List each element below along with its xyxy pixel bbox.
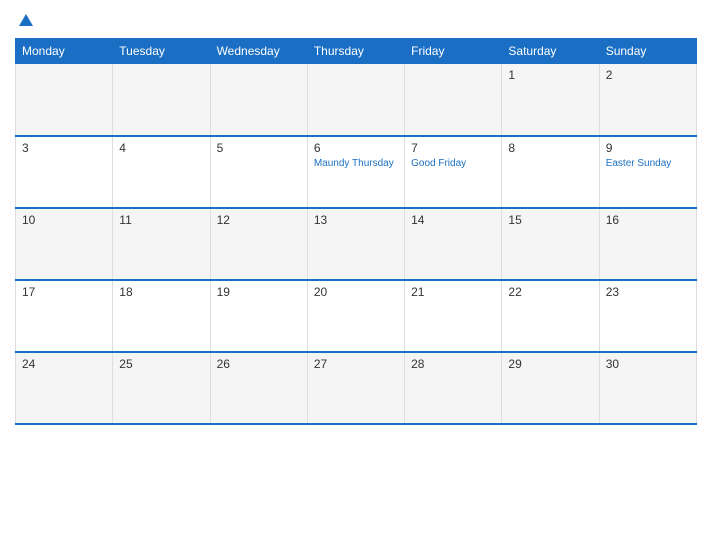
- calendar-day-cell: 21: [405, 280, 502, 352]
- calendar-week-row: 3456 Maundy Thursday 7 Good Friday 89 Easter …: [16, 136, 697, 208]
- calendar-day-cell: [113, 64, 210, 136]
- calendar-header-row: MondayTuesdayWednesdayThursdayFridaySatu…: [16, 39, 697, 64]
- calendar-day-cell: 7 Good Friday: [405, 136, 502, 208]
- day-number: 13: [314, 213, 398, 227]
- day-number: 10: [22, 213, 106, 227]
- day-of-week-header: Wednesday: [210, 39, 307, 64]
- day-number: 1: [508, 68, 592, 82]
- day-of-week-header: Sunday: [599, 39, 696, 64]
- day-number: 18: [119, 285, 203, 299]
- page: MondayTuesdayWednesdayThursdayFridaySatu…: [0, 0, 712, 550]
- calendar-day-cell: 26: [210, 352, 307, 424]
- day-number: 19: [217, 285, 301, 299]
- day-number: 26: [217, 357, 301, 371]
- calendar-week-row: 12: [16, 64, 697, 136]
- calendar-event: Good Friday: [411, 157, 495, 170]
- day-number: 17: [22, 285, 106, 299]
- logo: [15, 14, 37, 26]
- calendar-day-cell: 24: [16, 352, 113, 424]
- day-number: 20: [314, 285, 398, 299]
- calendar-day-cell: 8: [502, 136, 599, 208]
- calendar-day-cell: 14: [405, 208, 502, 280]
- day-of-week-header: Thursday: [307, 39, 404, 64]
- calendar-table: MondayTuesdayWednesdayThursdayFridaySatu…: [15, 38, 697, 425]
- calendar-week-row: 24 25 26 27 28 29 30: [16, 352, 697, 424]
- calendar-day-cell: 17: [16, 280, 113, 352]
- calendar-day-cell: 18: [113, 280, 210, 352]
- calendar-day-cell: 29: [502, 352, 599, 424]
- calendar-day-cell: [307, 64, 404, 136]
- day-number: 2: [606, 68, 690, 82]
- day-number: 27: [314, 357, 398, 371]
- calendar-event: Easter Sunday: [606, 157, 690, 170]
- calendar-day-cell: 11: [113, 208, 210, 280]
- day-number: 12: [217, 213, 301, 227]
- day-number: 28: [411, 357, 495, 371]
- calendar-day-cell: [405, 64, 502, 136]
- calendar-day-cell: 3: [16, 136, 113, 208]
- calendar-day-cell: 27: [307, 352, 404, 424]
- calendar-day-cell: 2: [599, 64, 696, 136]
- day-number: 15: [508, 213, 592, 227]
- day-of-week-header: Tuesday: [113, 39, 210, 64]
- day-number: 25: [119, 357, 203, 371]
- day-number: 21: [411, 285, 495, 299]
- calendar-day-cell: 16: [599, 208, 696, 280]
- day-of-week-header: Saturday: [502, 39, 599, 64]
- calendar-day-cell: 28: [405, 352, 502, 424]
- calendar-week-row: 17 18 19 20 21 22 23: [16, 280, 697, 352]
- calendar-day-cell: 13: [307, 208, 404, 280]
- day-number: 8: [508, 141, 592, 155]
- calendar-event: Maundy Thursday: [314, 157, 398, 170]
- day-number: 23: [606, 285, 690, 299]
- day-number: 7: [411, 141, 495, 155]
- calendar-day-cell: 15: [502, 208, 599, 280]
- calendar-day-cell: 25: [113, 352, 210, 424]
- day-number: 24: [22, 357, 106, 371]
- day-number: 5: [217, 141, 301, 155]
- day-number: 9: [606, 141, 690, 155]
- calendar-day-cell: [16, 64, 113, 136]
- day-number: 4: [119, 141, 203, 155]
- day-number: 6: [314, 141, 398, 155]
- day-of-week-header: Friday: [405, 39, 502, 64]
- day-number: 29: [508, 357, 592, 371]
- calendar-day-cell: 22: [502, 280, 599, 352]
- calendar-week-row: 10 11 12 13 14 15 16: [16, 208, 697, 280]
- day-number: 22: [508, 285, 592, 299]
- calendar-day-cell: 1: [502, 64, 599, 136]
- header: [15, 10, 697, 30]
- day-number: 3: [22, 141, 106, 155]
- calendar-day-cell: 23: [599, 280, 696, 352]
- calendar-day-cell: 19: [210, 280, 307, 352]
- calendar-day-cell: 12: [210, 208, 307, 280]
- calendar-day-cell: 10: [16, 208, 113, 280]
- calendar-day-cell: 6 Maundy Thursday: [307, 136, 404, 208]
- day-number: 30: [606, 357, 690, 371]
- calendar-day-cell: 20: [307, 280, 404, 352]
- calendar-day-cell: 9 Easter Sunday: [599, 136, 696, 208]
- day-number: 11: [119, 213, 203, 227]
- calendar-day-cell: [210, 64, 307, 136]
- calendar-day-cell: 30: [599, 352, 696, 424]
- day-of-week-header: Monday: [16, 39, 113, 64]
- day-number: 14: [411, 213, 495, 227]
- day-number: 16: [606, 213, 690, 227]
- calendar-day-cell: 4: [113, 136, 210, 208]
- calendar-day-cell: 5: [210, 136, 307, 208]
- logo-triangle-icon: [19, 14, 33, 26]
